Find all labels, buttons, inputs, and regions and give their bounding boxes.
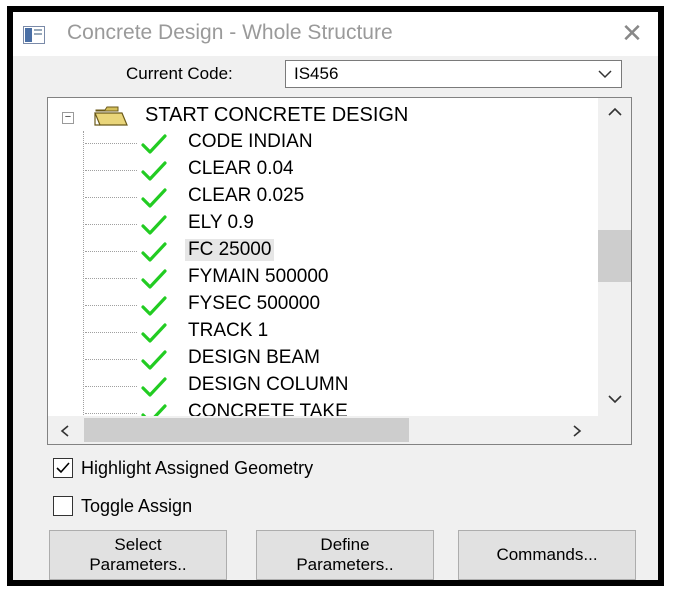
highlight-geometry-label[interactable]: Highlight Assigned Geometry	[81, 458, 313, 479]
tree-item-label[interactable]: CLEAR 0.025	[188, 185, 304, 207]
concrete-design-dialog: Concrete Design - Whole Structure ✕ Curr…	[13, 12, 658, 580]
tree-item[interactable]: DESIGN COLUMN	[48, 372, 608, 399]
window-title: Concrete Design - Whole Structure	[67, 21, 393, 44]
tree-connector	[85, 413, 137, 414]
scroll-up-icon[interactable]	[608, 107, 622, 117]
tree-connector	[85, 386, 137, 387]
check-icon	[141, 269, 167, 289]
commands-button[interactable]: Commands...	[458, 530, 636, 580]
check-icon	[141, 242, 167, 262]
scroll-left-icon[interactable]	[60, 425, 70, 437]
tree-item[interactable]: DESIGN BEAM	[48, 345, 608, 372]
check-icon	[141, 188, 167, 208]
tree-item[interactable]: ELY 0.9	[48, 210, 608, 237]
tree-item-label[interactable]: FYMAIN 500000	[188, 266, 328, 288]
tree-connector	[85, 197, 137, 198]
close-icon[interactable]: ✕	[617, 18, 647, 48]
tree-root-label[interactable]: START CONCRETE DESIGN	[145, 104, 408, 127]
tree-connector	[85, 224, 137, 225]
chevron-down-icon	[598, 70, 612, 79]
check-icon	[141, 134, 167, 154]
vertical-scroll-thumb[interactable]	[598, 230, 631, 282]
tree-item[interactable]: FYMAIN 500000	[48, 264, 608, 291]
scrollbar-corner	[598, 416, 631, 444]
horizontal-scrollbar[interactable]	[48, 416, 598, 444]
tree-item-label[interactable]: DESIGN BEAM	[188, 347, 320, 369]
define-parameters-line2: Parameters..	[296, 555, 394, 574]
tree-connector	[85, 305, 137, 306]
tree-item[interactable]: TRACK 1	[48, 318, 608, 345]
tree-connector	[85, 278, 137, 279]
tree-connector	[85, 359, 137, 360]
tree-connector	[85, 143, 137, 144]
horizontal-scroll-thumb[interactable]	[84, 418, 409, 442]
select-parameters-line2: Parameters..	[89, 555, 187, 574]
toggle-assign-checkbox[interactable]	[53, 496, 73, 516]
tree-item[interactable]: CLEAR 0.04	[48, 156, 608, 183]
highlight-geometry-checkbox[interactable]	[53, 458, 73, 478]
scroll-right-icon[interactable]	[572, 425, 582, 437]
tree-connector	[85, 332, 137, 333]
command-tree[interactable]: − START CONCRETE DESIGN CODE INDIAN CLEAR…	[47, 97, 632, 445]
check-icon	[141, 377, 167, 397]
tree-item[interactable]: CODE INDIAN	[48, 129, 608, 156]
toggle-assign-label[interactable]: Toggle Assign	[81, 496, 192, 517]
tree-connector	[85, 170, 137, 171]
title-bar: Concrete Design - Whole Structure ✕	[13, 12, 658, 56]
tree-item-label[interactable]: FC 25000	[185, 239, 275, 261]
tree-item-label[interactable]: ELY 0.9	[188, 212, 254, 234]
check-icon	[141, 296, 167, 316]
current-code-label: Current Code:	[126, 64, 233, 83]
check-icon	[141, 161, 167, 181]
check-icon	[141, 350, 167, 370]
tree-item-label[interactable]: DESIGN COLUMN	[188, 374, 348, 396]
define-parameters-line1: Define	[320, 535, 370, 554]
vertical-scrollbar[interactable]	[598, 98, 631, 416]
scroll-down-icon[interactable]	[608, 394, 622, 404]
tree-item[interactable]: CLEAR 0.025	[48, 183, 608, 210]
select-parameters-line1: Select	[114, 535, 162, 554]
checkmark-icon	[56, 462, 70, 474]
tree-item-label[interactable]: CODE INDIAN	[188, 131, 313, 153]
select-parameters-button[interactable]: Select Parameters..	[49, 530, 227, 580]
tree-connector	[85, 251, 137, 252]
app-icon	[23, 26, 45, 44]
folder-open-icon	[94, 106, 128, 126]
tree-item[interactable]: FC 25000	[48, 237, 608, 264]
current-code-value: IS456	[294, 64, 339, 83]
check-icon	[141, 323, 167, 343]
tree-item-label[interactable]: TRACK 1	[188, 320, 268, 342]
current-code-dropdown[interactable]: IS456	[285, 60, 622, 88]
check-icon	[141, 215, 167, 235]
define-parameters-button[interactable]: Define Parameters..	[256, 530, 434, 580]
tree-item-label[interactable]: CLEAR 0.04	[188, 158, 294, 180]
collapse-icon[interactable]: −	[62, 112, 74, 124]
commands-label: Commands...	[496, 545, 598, 564]
tree-item-label[interactable]: FYSEC 500000	[188, 293, 320, 315]
tree-item[interactable]: FYSEC 500000	[48, 291, 608, 318]
